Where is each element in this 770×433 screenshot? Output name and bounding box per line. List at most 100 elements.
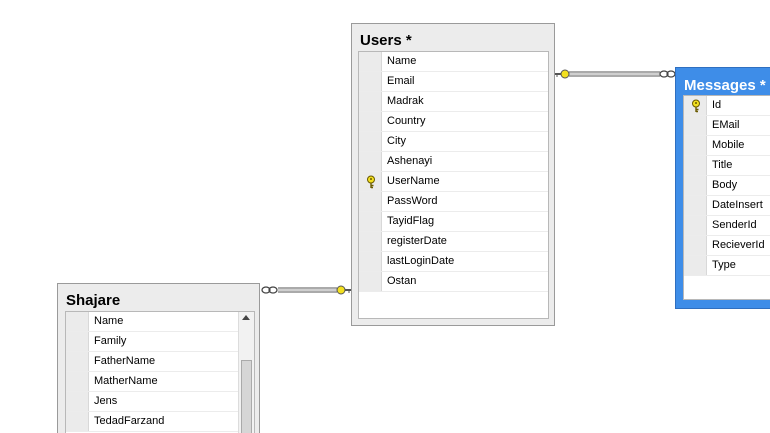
column-name: Id — [712, 99, 722, 111]
row-selector[interactable] — [66, 412, 89, 431]
messages-table[interactable]: Messages * Id EMail Mobile Title Body DateIns… — [675, 67, 770, 309]
column-row-senderid[interactable]: SenderId — [684, 216, 770, 236]
column-name: TayidFlag — [387, 215, 435, 227]
column-name: Body — [712, 179, 738, 191]
row-selector[interactable] — [359, 252, 382, 271]
column-name: PassWord — [387, 195, 438, 207]
users-table[interactable]: Users * Name Email Madrak Country City Ashena… — [351, 23, 555, 326]
column-name: EMail — [712, 119, 740, 131]
row-selector[interactable] — [359, 212, 382, 231]
column-row-registerdate[interactable]: registerDate — [359, 232, 548, 252]
column-name: City — [387, 135, 406, 147]
column-name: UserName — [387, 175, 440, 187]
arrow-up-icon[interactable] — [242, 315, 250, 320]
row-selector[interactable] — [66, 332, 89, 351]
column-row-mobile[interactable]: Mobile — [684, 136, 770, 156]
column-row-title[interactable]: Title — [684, 156, 770, 176]
row-selector[interactable] — [684, 116, 707, 135]
row-selector[interactable] — [359, 172, 382, 191]
row-selector[interactable] — [684, 236, 707, 255]
relationship-infinity-icon — [261, 286, 278, 294]
column-row-dateinsert[interactable]: DateInsert — [684, 196, 770, 216]
column-row-mathername[interactable]: MatherName — [66, 372, 254, 392]
column-name: Country — [387, 115, 426, 127]
row-selector[interactable] — [684, 256, 707, 275]
column-row-jens[interactable]: Jens — [66, 392, 254, 412]
table-title[interactable]: Users * — [360, 32, 412, 49]
row-selector[interactable] — [359, 72, 382, 91]
column-name: MatherName — [94, 375, 158, 387]
vertical-scrollbar[interactable] — [238, 312, 254, 433]
column-row-email[interactable]: EMail — [684, 116, 770, 136]
column-name: FatherName — [94, 355, 156, 367]
column-row-username[interactable]: UserName — [359, 172, 548, 192]
table-title[interactable]: Shajare — [66, 292, 120, 309]
relationship-key-icon — [336, 285, 351, 295]
row-selector[interactable] — [66, 392, 89, 411]
column-row-madrak[interactable]: Madrak — [359, 92, 548, 112]
row-selector[interactable] — [66, 312, 89, 331]
column-row-tedadfarzand[interactable]: TedadFarzand — [66, 412, 254, 432]
column-row-id[interactable]: Id — [684, 96, 770, 116]
key-icon — [367, 175, 375, 189]
row-selector[interactable] — [359, 112, 382, 131]
column-name: Ostan — [387, 275, 417, 287]
column-row-ostan[interactable]: Ostan — [359, 272, 548, 292]
scrollbar-thumb[interactable] — [241, 360, 252, 433]
column-row-tayidflag[interactable]: TayidFlag — [359, 212, 548, 232]
row-selector[interactable] — [684, 176, 707, 195]
column-row-password[interactable]: PassWord — [359, 192, 548, 212]
column-name: registerDate — [387, 235, 447, 247]
row-selector[interactable] — [684, 216, 707, 235]
row-selector[interactable] — [684, 196, 707, 215]
relationship-users-messages[interactable] — [555, 69, 676, 79]
column-name: Title — [712, 159, 733, 171]
column-row-body[interactable]: Body — [684, 176, 770, 196]
table-title[interactable]: Messages * — [684, 77, 766, 94]
column-grid: Name Email Madrak Country City Ashenayi UserNa… — [358, 51, 549, 319]
key-icon — [692, 99, 700, 113]
row-selector[interactable] — [684, 136, 707, 155]
relationship-shajare-users[interactable] — [261, 285, 351, 295]
column-row-city[interactable]: City — [359, 132, 548, 152]
column-row-fathername[interactable]: FatherName — [66, 352, 254, 372]
column-row-name[interactable]: Name — [66, 312, 254, 332]
column-name: Madrak — [387, 95, 424, 107]
row-selector[interactable] — [359, 272, 382, 291]
diagram-canvas[interactable]: Users * Name Email Madrak Country City Ashena… — [0, 0, 770, 433]
column-name: Jens — [94, 395, 118, 407]
column-name: TedadFarzand — [94, 415, 165, 427]
column-name: Name — [387, 55, 417, 67]
row-selector[interactable] — [66, 372, 89, 391]
column-name: RecieverId — [712, 239, 765, 251]
column-row-type[interactable]: Type — [684, 256, 770, 276]
row-selector[interactable] — [684, 96, 707, 115]
column-row-name[interactable]: Name — [359, 52, 548, 72]
row-selector[interactable] — [359, 52, 382, 71]
row-selector[interactable] — [359, 132, 382, 151]
column-row-lastlogindate[interactable]: lastLoginDate — [359, 252, 548, 272]
row-selector[interactable] — [359, 152, 382, 171]
column-grid: Name Family FatherName MatherName Jens TedadF… — [65, 311, 255, 433]
column-name: lastLoginDate — [387, 255, 455, 267]
column-row-recieverid[interactable]: RecieverId — [684, 236, 770, 256]
row-selector[interactable] — [359, 192, 382, 211]
column-name: Family — [94, 335, 127, 347]
relationship-infinity-icon — [659, 70, 676, 78]
relationship-key-icon — [555, 69, 570, 79]
column-row-country[interactable]: Country — [359, 112, 548, 132]
column-name: Email — [387, 75, 415, 87]
column-name: Ashenayi — [387, 155, 433, 167]
column-name: Name — [94, 315, 124, 327]
column-row-ashenayi[interactable]: Ashenayi — [359, 152, 548, 172]
row-selector[interactable] — [359, 232, 382, 251]
column-row-email[interactable]: Email — [359, 72, 548, 92]
column-name: Type — [712, 259, 736, 271]
shajare-table[interactable]: Shajare Name Family FatherName MatherName Je… — [57, 283, 260, 433]
column-name: DateInsert — [712, 199, 763, 211]
row-selector[interactable] — [684, 156, 707, 175]
row-selector[interactable] — [359, 92, 382, 111]
column-row-family[interactable]: Family — [66, 332, 254, 352]
column-grid: Id EMail Mobile Title Body DateInsert SenderId… — [683, 95, 770, 300]
row-selector[interactable] — [66, 352, 89, 371]
